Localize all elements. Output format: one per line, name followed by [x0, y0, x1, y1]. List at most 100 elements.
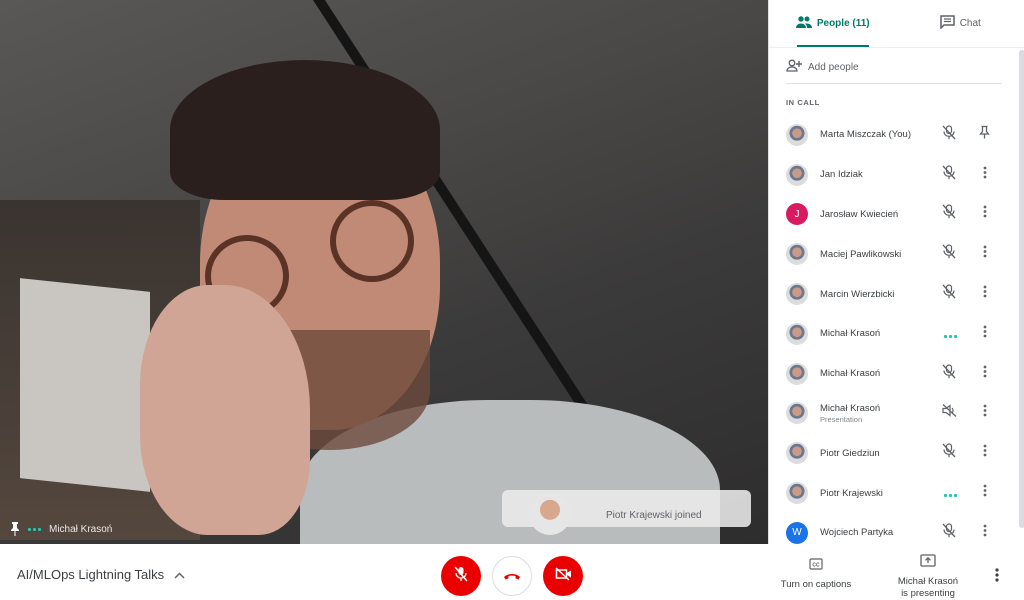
more-vert-icon[interactable]	[983, 245, 987, 263]
presenting-button[interactable]: Michał Krasoń is presenting	[890, 554, 966, 600]
divider	[786, 83, 1002, 84]
avatar	[786, 323, 808, 345]
add-person-icon	[786, 59, 803, 75]
people-icon	[796, 16, 812, 31]
more-options-button[interactable]	[995, 568, 999, 587]
participant-name-block: Marcin Wierzbicki	[820, 289, 894, 300]
more-vert-icon[interactable]	[983, 325, 987, 343]
camera-off-icon	[555, 567, 572, 586]
participant-name-block: Piotr Giedziun	[820, 448, 880, 459]
participant-name: Piotr Giedziun	[820, 448, 880, 459]
avatar	[786, 243, 808, 265]
panel-tabs: People (11) Chat	[769, 0, 1024, 48]
tab-chat-label: Chat	[960, 18, 981, 29]
mic-off-icon	[454, 566, 468, 587]
avatar	[786, 442, 808, 464]
avatar	[786, 363, 808, 385]
pin-icon[interactable]	[979, 125, 990, 144]
participant-name-block: Michał Krasoń	[820, 368, 880, 379]
speaking-indicator-icon	[944, 484, 957, 502]
leave-call-button[interactable]	[492, 556, 532, 596]
mic-off-icon	[942, 244, 956, 264]
svg-text:CC: CC	[812, 562, 820, 568]
presenting-name: Michał Krasoń	[898, 576, 958, 588]
add-people-button[interactable]: Add people	[786, 58, 1024, 76]
toast-avatar	[529, 493, 571, 535]
speaking-indicator-icon	[944, 325, 957, 343]
avatar	[786, 482, 808, 504]
participant-name: Marta Miszczak (You)	[820, 129, 911, 140]
tab-people[interactable]: People (11)	[769, 0, 897, 47]
captions-button[interactable]: CC Turn on captions	[778, 558, 854, 591]
participant-name-block: Marta Miszczak (You)	[820, 129, 911, 140]
participant-row[interactable]: Piotr Giedziun	[769, 433, 1024, 473]
bottom-toolbar: AI/MLOps Lightning Talks CC Turn on capt…	[0, 544, 1024, 599]
main-video-stage: Michał Krasoń Piotr Krajewski joined	[0, 0, 768, 544]
in-call-heading: IN CALL	[786, 98, 1024, 107]
toast-text: Piotr Krajewski joined	[606, 510, 702, 521]
mic-off-icon	[942, 443, 956, 463]
participant-row[interactable]: Marcin Wierzbicki	[769, 274, 1024, 314]
speaker-hair	[170, 60, 440, 200]
tile-participant-name: Michał Krasoń	[49, 524, 112, 535]
avatar: J	[786, 203, 808, 225]
more-vert-icon[interactable]	[983, 285, 987, 303]
more-vert-icon[interactable]	[983, 484, 987, 502]
background-panel	[20, 278, 150, 492]
chevron-up-icon	[174, 567, 185, 582]
more-vert-icon[interactable]	[983, 444, 987, 462]
hang-up-icon	[503, 567, 521, 585]
participant-name-block: Michał KrasońPresentation	[820, 403, 880, 424]
participant-row[interactable]: Maciej Pawlikowski	[769, 234, 1024, 274]
participant-name: Michał Krasoń	[820, 403, 880, 414]
participant-list: Marta Miszczak (You) Jan Idziak J Jarosław …	[769, 115, 1024, 553]
participant-row[interactable]: J Jarosław Kwiecień	[769, 195, 1024, 235]
pin-icon[interactable]	[10, 522, 20, 536]
more-vert-icon[interactable]	[983, 166, 987, 184]
participant-name: Jan Idziak	[820, 169, 863, 180]
tab-chat[interactable]: Chat	[897, 0, 1024, 47]
participant-row[interactable]: Jan Idziak	[769, 155, 1024, 195]
participant-name: Piotr Krajewski	[820, 488, 883, 499]
avatar: W	[786, 522, 808, 544]
meeting-title: AI/MLOps Lightning Talks	[17, 567, 164, 582]
participant-row[interactable]: Michał KrasońPresentation	[769, 394, 1024, 434]
participant-name: Jarosław Kwiecień	[820, 209, 898, 220]
meeting-details-button[interactable]: AI/MLOps Lightning Talks	[17, 567, 185, 582]
audio-off-icon	[942, 404, 957, 423]
more-vert-icon	[995, 569, 999, 586]
toggle-microphone-button[interactable]	[441, 556, 481, 596]
participant-row[interactable]: Michał Krasoń	[769, 314, 1024, 354]
mic-off-icon	[942, 125, 956, 145]
more-vert-icon[interactable]	[983, 205, 987, 223]
avatar	[786, 124, 808, 146]
mic-off-icon	[942, 284, 956, 304]
present-screen-icon	[920, 554, 936, 571]
participant-row[interactable]: Piotr Krajewski	[769, 473, 1024, 513]
speaking-indicator-icon	[28, 528, 41, 531]
mic-off-icon	[942, 165, 956, 185]
tab-people-label: People (11)	[817, 18, 870, 29]
toggle-camera-button[interactable]	[543, 556, 583, 596]
participant-row[interactable]: Marta Miszczak (You)	[769, 115, 1024, 155]
participant-name-block: Maciej Pawlikowski	[820, 249, 901, 260]
speaker-glasses-right	[330, 200, 414, 282]
join-notification: Piotr Krajewski joined	[502, 490, 751, 527]
participant-row[interactable]: Michał Krasoń	[769, 354, 1024, 394]
participant-name: Marcin Wierzbicki	[820, 289, 894, 300]
more-vert-icon[interactable]	[983, 404, 987, 422]
panel-scrollbar[interactable]	[1019, 50, 1024, 528]
more-vert-icon[interactable]	[983, 524, 987, 542]
participant-name: Maciej Pawlikowski	[820, 249, 901, 260]
avatar	[786, 164, 808, 186]
participant-name-block: Wojciech Partyka	[820, 527, 893, 538]
add-people-label: Add people	[808, 62, 859, 73]
participant-name-block: Piotr Krajewski	[820, 488, 883, 499]
side-panel: People (11) Chat Add people IN CALL Mart…	[768, 0, 1024, 544]
more-vert-icon[interactable]	[983, 365, 987, 383]
mic-off-icon	[942, 523, 956, 543]
participant-subtitle: Presentation	[820, 415, 880, 424]
participant-name-block: Michał Krasoń	[820, 328, 880, 339]
participant-name-block: Jarosław Kwiecień	[820, 209, 898, 220]
mic-off-icon	[942, 204, 956, 224]
